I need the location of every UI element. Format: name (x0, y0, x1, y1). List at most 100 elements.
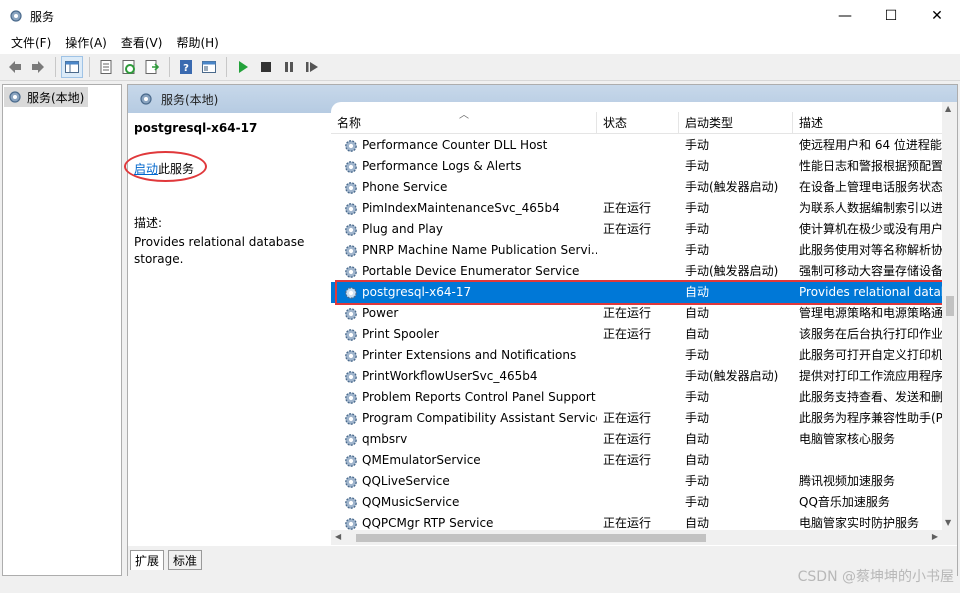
service-status (597, 471, 679, 492)
column-header-status[interactable]: 状态 (597, 112, 679, 134)
service-name-cell: postgresql-x64-17 (331, 282, 597, 303)
console-icon[interactable] (198, 56, 220, 78)
forward-icon[interactable] (27, 56, 49, 78)
service-description: 该服务在后台执行打印作业 (799, 327, 943, 341)
service-name: Program Compatibility Assistant Service (362, 411, 597, 425)
service-name: Print Spooler (362, 327, 439, 341)
service-row[interactable]: QQLiveService 手动 腾讯视频加速服务 (331, 471, 943, 492)
service-name: QQMusicService (362, 495, 460, 509)
menu-help[interactable]: 帮助(H) (169, 33, 225, 53)
stop-service-icon[interactable] (255, 56, 277, 78)
service-status (597, 387, 679, 408)
service-description: 电脑管家核心服务 (799, 432, 896, 446)
column-header-start-type[interactable]: 启动类型 (679, 112, 793, 134)
maximize-button[interactable]: ☐ (868, 0, 914, 32)
service-gear-icon (345, 391, 357, 404)
service-row[interactable]: qmbsrv 正在运行 自动 电脑管家核心服务 (331, 429, 943, 450)
service-start-type: 手动 (685, 348, 710, 362)
service-description: 此服务支持查看、发送和删 (799, 390, 943, 404)
toolbar-divider (226, 57, 227, 77)
service-start-type: 自动 (685, 432, 710, 446)
services-gear-icon (140, 93, 152, 105)
close-button[interactable]: ✕ (914, 0, 960, 32)
back-icon[interactable] (4, 56, 26, 78)
service-rows: Performance Counter DLL Host 手动 使远程用户和 64 … (331, 135, 950, 534)
service-row[interactable]: Performance Logs & Alerts 手动 性能日志和警报根据预配置 (331, 156, 943, 177)
menu-action[interactable]: 操作(A) (58, 33, 114, 53)
service-description: 腾讯视频加速服务 (799, 474, 896, 488)
service-start-type: 手动 (685, 474, 710, 488)
scroll-right-icon[interactable]: ▶ (932, 532, 938, 541)
horizontal-scroll-thumb[interactable] (356, 534, 706, 542)
start-service-icon[interactable] (232, 56, 254, 78)
service-status (597, 282, 679, 303)
service-name: Printer Extensions and Notifications (362, 348, 577, 362)
column-header-name[interactable]: ︿ 名称 (331, 110, 597, 134)
scroll-up-icon[interactable]: ▲ (945, 104, 951, 113)
minimize-button[interactable]: — (822, 0, 868, 32)
service-start-type: 手动 (685, 243, 710, 257)
service-name: Performance Counter DLL Host (362, 138, 548, 152)
service-row[interactable]: Power 正在运行 自动 管理电源策略和电源策略通 (331, 303, 943, 324)
annotation-ellipse (124, 151, 207, 182)
service-status (597, 345, 679, 366)
properties-icon[interactable] (95, 56, 117, 78)
scroll-left-icon[interactable]: ◀ (335, 532, 341, 541)
service-row[interactable]: Printer Extensions and Notifications 手动 此服… (331, 345, 943, 366)
refresh-icon[interactable] (118, 56, 140, 78)
service-gear-icon (345, 139, 357, 152)
service-row[interactable]: QMEmulatorService 正在运行 自动 (331, 450, 943, 471)
export-list-icon[interactable] (141, 56, 163, 78)
service-status: 正在运行 (603, 222, 652, 236)
service-row[interactable]: PimIndexMaintenanceSvc_465b4 正在运行 手动 为联系人数据… (331, 198, 943, 219)
pause-service-icon[interactable] (278, 56, 300, 78)
menu-view[interactable]: 查看(V) (114, 33, 170, 53)
service-name-cell: Printer Extensions and Notifications (331, 345, 597, 366)
service-start-type: 自动 (685, 306, 710, 320)
service-name: QMEmulatorService (362, 453, 481, 467)
service-row[interactable]: QQMusicService 手动 QQ音乐加速服务 (331, 492, 943, 513)
service-name-cell: Power (331, 303, 597, 324)
service-name-cell: Problem Reports Control Panel Support (331, 387, 597, 408)
tree-item-services-local[interactable]: 服务(本地) (4, 87, 88, 107)
service-row[interactable]: Program Compatibility Assistant Service 正… (331, 408, 943, 429)
service-gear-icon (345, 202, 357, 215)
horizontal-scrollbar[interactable]: ◀ ▶ (331, 530, 942, 545)
service-row[interactable]: Portable Device Enumerator Service 手动(触发器… (331, 261, 943, 282)
tab-standard[interactable]: 标准 (168, 550, 203, 570)
service-gear-icon (345, 244, 357, 257)
service-gear-icon (345, 307, 357, 320)
service-row[interactable]: PrintWorkflowUserSvc_465b4 手动(触发器启动) 提供对打印… (331, 366, 943, 387)
service-start-type: 手动 (685, 222, 710, 236)
service-row[interactable]: postgresql-x64-17 自动 Provides relational d… (331, 280, 950, 305)
service-name-cell: PimIndexMaintenanceSvc_465b4 (331, 198, 597, 219)
service-start-type: 手动 (685, 411, 710, 425)
services-content-pane: 服务(本地) postgresql-x64-17 启动此服务 描述: Provi… (124, 84, 958, 576)
service-row[interactable]: Print Spooler 正在运行 自动 该服务在后台执行打印作业 (331, 324, 943, 345)
toolbar-divider (89, 57, 90, 77)
help-icon[interactable]: ? (175, 56, 197, 78)
service-name-cell: PrintWorkflowUserSvc_465b4 (331, 366, 597, 387)
service-name: PrintWorkflowUserSvc_465b4 (362, 369, 538, 383)
service-name-cell: Phone Service (331, 177, 597, 198)
service-row[interactable]: Performance Counter DLL Host 手动 使远程用户和 64 … (331, 135, 943, 156)
service-row[interactable]: Problem Reports Control Panel Support 手动 此… (331, 387, 943, 408)
services-gear-icon (9, 91, 21, 103)
service-row[interactable]: PNRP Machine Name Publication Servi... 手动… (331, 240, 943, 261)
service-start-type: 手动 (685, 138, 710, 152)
service-description: QQ音乐加速服务 (799, 495, 890, 509)
column-header-description[interactable]: 描述 (793, 112, 957, 134)
tab-extended[interactable]: 扩展 (130, 550, 165, 570)
service-row[interactable]: Phone Service 手动(触发器启动) 在设备上管理电话服务状态 (331, 177, 943, 198)
services-gear-icon (10, 10, 22, 22)
content-header-title: 服务(本地) (161, 92, 219, 107)
show-hide-tree-icon[interactable] (61, 56, 83, 78)
service-name: Phone Service (362, 180, 448, 194)
vertical-scroll-thumb[interactable] (946, 296, 954, 316)
service-row[interactable]: Plug and Play 正在运行 手动 使计算机在极少或没有用户 (331, 219, 943, 240)
vertical-scrollbar[interactable]: ▲ ▼ (942, 102, 957, 545)
restart-service-icon[interactable] (301, 56, 323, 78)
menu-file[interactable]: 文件(F) (4, 33, 58, 53)
service-name-cell: Plug and Play (331, 219, 597, 240)
scroll-down-icon[interactable]: ▼ (945, 518, 951, 527)
